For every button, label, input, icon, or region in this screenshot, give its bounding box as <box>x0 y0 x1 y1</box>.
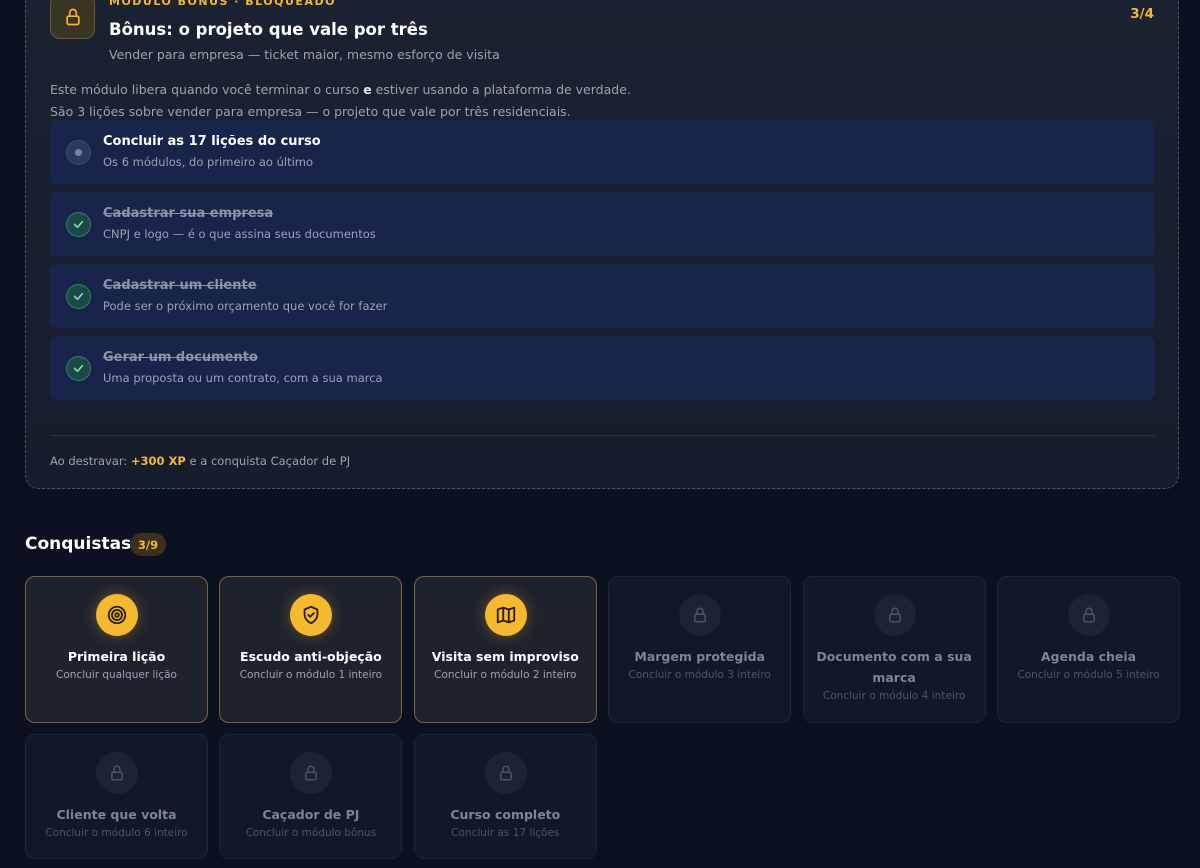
task-title: Cadastrar um cliente <box>103 278 257 293</box>
achievement-title: Primeira lição <box>67 649 166 664</box>
task-item[interactable]: Cadastrar sua empresa CNPJ e logo — é o q… <box>50 192 1155 256</box>
achievement-subtitle: Concluir o módulo bônus <box>245 827 377 839</box>
check-icon <box>66 212 91 237</box>
module-progress: 3/4 <box>1130 6 1154 22</box>
bonus-module-card: MÓDULO BÔNUS · BLOQUEADO Bônus: o projet… <box>25 0 1179 489</box>
pending-dot-icon <box>66 140 91 165</box>
task-subtitle: CNPJ e logo — é o que assina seus docume… <box>103 227 376 241</box>
task-title: Cadastrar sua empresa <box>103 206 274 221</box>
unlock-reward: Ao destravar: +300 XP e a conquista Caça… <box>50 454 351 468</box>
achievement-card[interactable]: Agenda cheia Concluir o módulo 5 inteiro <box>997 576 1180 723</box>
achievement-title: Cliente que volta <box>56 807 177 822</box>
task-title: Gerar um documento <box>103 350 258 365</box>
task-subtitle: Os 6 módulos, do primeiro ao último <box>103 155 314 169</box>
achievement-card[interactable]: Documento com a sua marca Concluir o módu… <box>802 576 986 723</box>
lock-icon <box>679 594 722 636</box>
achievements-count-badge: 3/9 <box>130 533 166 556</box>
lock-icon <box>290 752 333 794</box>
achievement-title: Caçador de PJ <box>262 807 360 822</box>
module-subtitle: Vender para empresa — ticket maior, mesm… <box>109 47 500 62</box>
lock-icon <box>1068 594 1110 636</box>
achievement-card[interactable]: Margem protegida Concluir o módulo 3 inte… <box>608 576 792 723</box>
achievement-card[interactable]: Caçador de PJ Concluir o módulo bônus <box>219 734 403 859</box>
module-title: Bônus: o projeto que vale por três <box>109 20 428 39</box>
achievement-subtitle: Concluir o módulo 6 inteiro <box>45 827 188 839</box>
check-icon <box>66 356 91 381</box>
achievement-card[interactable]: Primeira lição Concluir qualquer lição <box>25 576 208 723</box>
achievement-card[interactable]: Cliente que volta Concluir o módulo 6 int… <box>25 734 208 859</box>
achievement-subtitle: Concluir o módulo 4 inteiro <box>822 690 966 702</box>
lock-icon <box>50 0 95 39</box>
module-description: Este módulo libera quando você terminar … <box>50 82 631 119</box>
target-icon <box>96 594 138 636</box>
achievement-title: Visita sem improviso <box>431 649 579 664</box>
lock-icon <box>96 752 138 794</box>
achievement-card[interactable]: Curso completo Concluir as 17 lições <box>413 734 597 859</box>
achievement-subtitle: Concluir o módulo 3 inteiro <box>628 669 771 681</box>
task-item[interactable]: Gerar um documento Uma proposta ou um con… <box>50 336 1155 400</box>
achievement-subtitle: Concluir as 17 lições <box>451 827 560 839</box>
module-eyebrow: MÓDULO BÔNUS · BLOQUEADO <box>109 0 336 8</box>
achievement-subtitle: Concluir o módulo 1 inteiro <box>239 669 383 681</box>
achievement-title: Documento com a sua marca <box>816 649 972 685</box>
achievement-title: Escudo anti-objeção <box>240 649 382 664</box>
achievement-title: Curso completo <box>450 807 561 822</box>
check-icon <box>66 284 91 309</box>
achievement-card[interactable]: Visita sem improviso Concluir o módulo 2 … <box>413 576 597 723</box>
achievement-subtitle: Concluir o módulo 2 inteiro <box>434 669 577 681</box>
divider <box>50 435 1155 436</box>
xp-reward: +300 XP <box>130 454 186 468</box>
achievements-title: Conquistas <box>25 534 132 554</box>
lock-icon <box>484 752 527 794</box>
achievement-card[interactable]: Escudo anti-objeção Concluir o módulo 1 i… <box>219 576 403 723</box>
lock-icon <box>873 594 916 636</box>
shield-icon <box>290 594 333 636</box>
task-title: Concluir as 17 lições do curso <box>103 134 321 149</box>
achievement-subtitle: Concluir qualquer lição <box>56 669 177 681</box>
task-subtitle: Pode ser o próximo orçamento que você fo… <box>103 299 388 313</box>
achievement-title: Agenda cheia <box>1040 649 1137 664</box>
map-icon <box>484 594 527 636</box>
task-item[interactable]: Concluir as 17 lições do curso Os 6 módul… <box>50 120 1155 184</box>
task-subtitle: Uma proposta ou um contrato, com a sua m… <box>103 371 383 385</box>
achievement-subtitle: Concluir o módulo 5 inteiro <box>1017 669 1160 681</box>
task-item[interactable]: Cadastrar um cliente Pode ser o próximo o… <box>50 264 1155 328</box>
achievement-title: Margem protegida <box>634 649 765 664</box>
